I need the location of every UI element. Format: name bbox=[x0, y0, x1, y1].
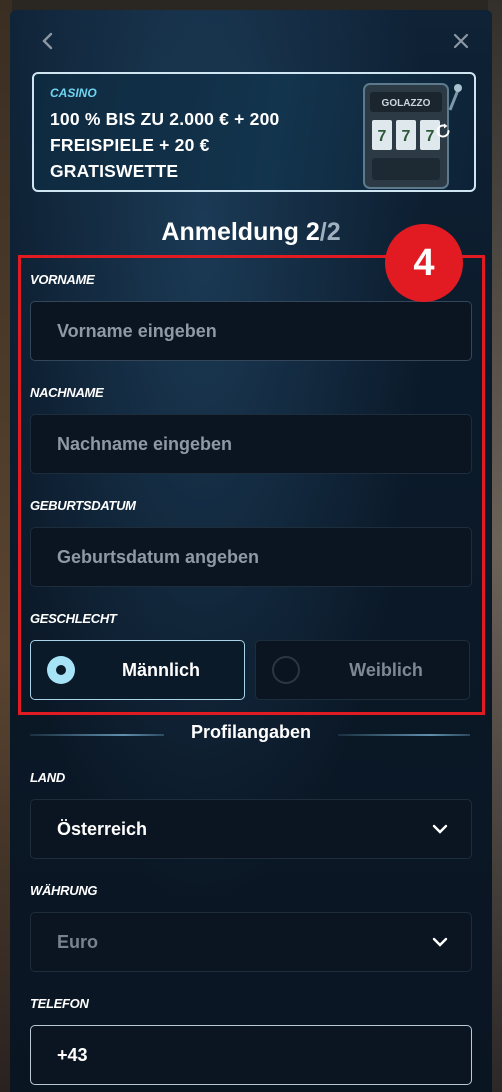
banner-headline: 100 % BIS ZU 2.000 € + 200 FREISPIELE + … bbox=[50, 109, 280, 181]
gender-option-male-label: Männlich bbox=[121, 659, 200, 680]
step-separator: / bbox=[319, 218, 327, 246]
close-icon bbox=[453, 33, 469, 49]
birthdate-label: GEBURTSDATUM bbox=[30, 498, 136, 513]
lastname-label: NACHNAME bbox=[30, 385, 104, 400]
slot-brand-label: GOLAZZO bbox=[382, 98, 431, 109]
gender-option-male[interactable]: Männlich bbox=[30, 640, 245, 700]
currency-label: WÄHRUNG bbox=[30, 883, 98, 898]
firstname-input[interactable]: Vorname eingeben bbox=[30, 301, 472, 361]
refresh-icon bbox=[436, 123, 450, 138]
step-title-text: Anmeldung bbox=[161, 218, 299, 246]
radio-unselected-icon bbox=[272, 656, 300, 684]
step-total: 2 bbox=[326, 218, 341, 246]
step-current: 2 bbox=[305, 218, 320, 246]
gender-option-female-label: Weiblich bbox=[349, 659, 423, 680]
currency-select-value: Euro bbox=[57, 931, 99, 952]
chevron-left-icon bbox=[42, 32, 53, 50]
refresh-button[interactable] bbox=[429, 117, 457, 145]
modal-topbar bbox=[10, 10, 492, 70]
phone-input[interactable]: +43 bbox=[30, 1025, 472, 1085]
registration-modal: CASINO 100 % BIS ZU 2.000 € + 200 FREISP… bbox=[10, 10, 492, 1092]
svg-text:7: 7 bbox=[378, 128, 387, 145]
country-select-value: Österreich bbox=[57, 818, 148, 839]
firstname-label: VORNAME bbox=[30, 272, 95, 287]
annotation-badge: 4 bbox=[385, 224, 463, 302]
currency-select[interactable]: Euro bbox=[30, 912, 472, 972]
svg-text:7: 7 bbox=[402, 128, 411, 145]
country-select[interactable]: Österreich bbox=[30, 799, 472, 859]
gender-label: GESCHLECHT bbox=[30, 611, 117, 626]
country-label: LAND bbox=[30, 770, 65, 785]
profile-section-heading: Profilangaben bbox=[190, 722, 311, 742]
chevron-down-icon bbox=[432, 824, 448, 834]
banner-tag: CASINO bbox=[50, 86, 97, 100]
birthdate-input[interactable]: Geburtsdatum angeben bbox=[30, 527, 472, 587]
bonus-banner[interactable]: CASINO 100 % BIS ZU 2.000 € + 200 FREISP… bbox=[32, 72, 476, 192]
phone-label: TELEFON bbox=[30, 996, 89, 1011]
gender-option-female[interactable]: Weiblich bbox=[255, 640, 470, 700]
lastname-input[interactable]: Nachname eingeben bbox=[30, 414, 472, 474]
chevron-down-icon bbox=[432, 937, 448, 947]
radio-selected-icon bbox=[47, 656, 75, 684]
back-button[interactable] bbox=[34, 27, 62, 55]
close-button[interactable] bbox=[447, 27, 475, 55]
